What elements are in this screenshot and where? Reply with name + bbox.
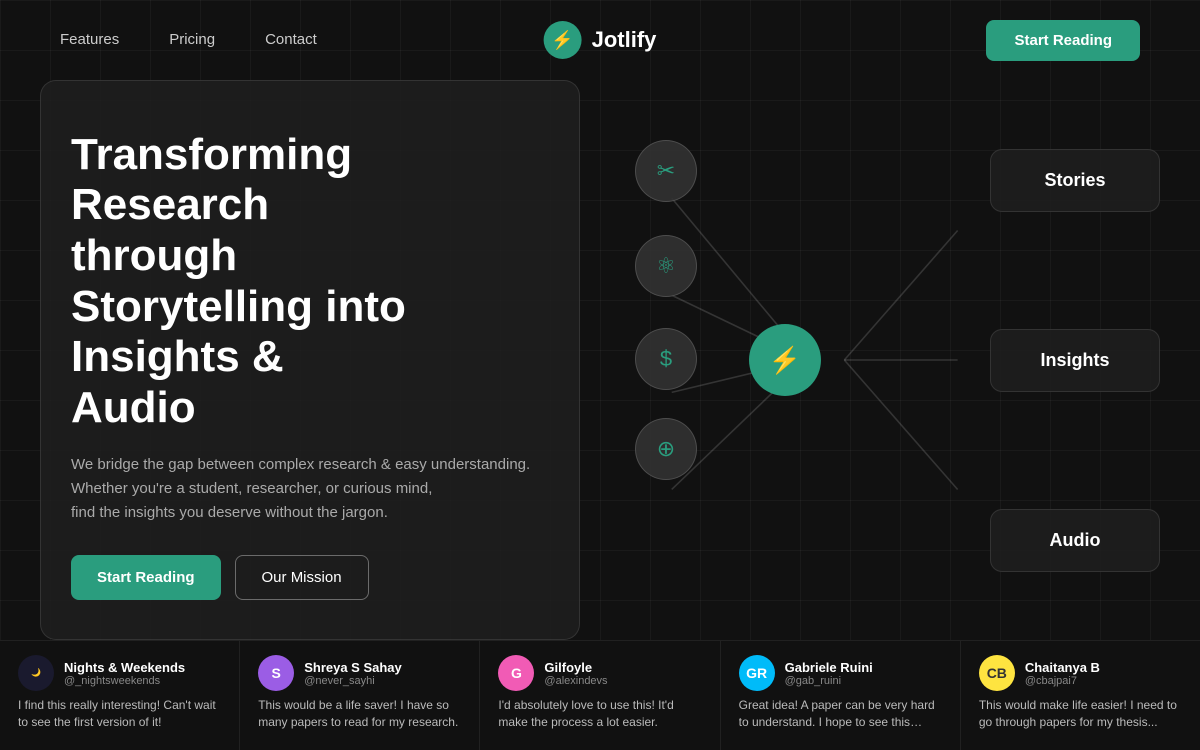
testimonial-text-2: This would be a life saver! I have so ma…: [258, 697, 461, 731]
avatar-2: S: [258, 655, 294, 691]
logo: ⚡ Jotlify: [544, 21, 657, 59]
start-reading-hero-button[interactable]: Start Reading: [71, 555, 221, 600]
center-node: ⚡: [749, 324, 821, 396]
feature-card-stories: Stories: [990, 149, 1160, 212]
testimonial-header-3: G Gilfoyle @alexindevs: [498, 655, 701, 691]
testimonial-handle-5: @cbajpai7: [1025, 675, 1100, 687]
avatar-3: G: [498, 655, 534, 691]
start-reading-nav-button[interactable]: Start Reading: [986, 20, 1140, 61]
feature-card-insights: Insights: [990, 329, 1160, 392]
testimonial-text-3: I'd absolutely love to use this! It'd ma…: [498, 697, 701, 731]
nav-pricing[interactable]: Pricing: [169, 31, 215, 48]
diagram-area: ✂ ⚛ $ ⊕ ⚡: [580, 80, 990, 640]
testimonial-text-4: Great idea! A paper can be very hard to …: [739, 697, 942, 731]
nav-links: Features Pricing Contact: [60, 31, 317, 49]
testimonial-1: 🌙 Nights & Weekends @_nightsweekends I f…: [0, 641, 240, 750]
testimonial-text-5: This would make life easier! I need to g…: [979, 697, 1182, 731]
testimonials-row: 🌙 Nights & Weekends @_nightsweekends I f…: [0, 640, 1200, 750]
testimonial-header-2: S Shreya S Sahay @never_sayhi: [258, 655, 461, 691]
node-scissors: ✂: [635, 140, 697, 202]
testimonial-4: GR Gabriele Ruini @gab_ruini Great idea!…: [721, 641, 961, 750]
feature-card-audio: Audio: [990, 509, 1160, 572]
testimonial-header-1: 🌙 Nights & Weekends @_nightsweekends: [18, 655, 221, 691]
our-mission-button[interactable]: Our Mission: [235, 555, 369, 600]
testimonial-name-1: Nights & Weekends: [64, 660, 185, 675]
hero-description: We bridge the gap between complex resear…: [71, 453, 559, 525]
testimonial-handle-1: @_nightsweekends: [64, 675, 185, 687]
testimonial-handle-2: @never_sayhi: [304, 675, 402, 687]
testimonial-header-4: GR Gabriele Ruini @gab_ruini: [739, 655, 942, 691]
hero-buttons: Start Reading Our Mission: [71, 555, 559, 600]
testimonial-name-3: Gilfoyle: [544, 660, 607, 675]
navbar: Features Pricing Contact ⚡ Jotlify Start…: [0, 0, 1200, 80]
testimonial-handle-4: @gab_ruini: [785, 675, 873, 687]
avatar-1: 🌙: [18, 655, 54, 691]
testimonial-2: S Shreya S Sahay @never_sayhi This would…: [240, 641, 480, 750]
node-plus: ⊕: [635, 418, 697, 480]
hero-section: Transforming Research through Storytelli…: [40, 80, 580, 640]
nav-contact[interactable]: Contact: [265, 31, 317, 48]
testimonial-header-5: CB Chaitanya B @cbajpai7: [979, 655, 1182, 691]
logo-text: Jotlify: [592, 27, 657, 53]
avatar-5: CB: [979, 655, 1015, 691]
testimonial-name-4: Gabriele Ruini: [785, 660, 873, 675]
logo-icon: ⚡: [544, 21, 582, 59]
node-dollar: $: [635, 328, 697, 390]
feature-cards: Stories Insights Audio: [990, 80, 1160, 640]
testimonial-3: G Gilfoyle @alexindevs I'd absolutely lo…: [480, 641, 720, 750]
testimonial-name-2: Shreya S Sahay: [304, 660, 402, 675]
testimonial-handle-3: @alexindevs: [544, 675, 607, 687]
testimonial-name-5: Chaitanya B: [1025, 660, 1100, 675]
avatar-4: GR: [739, 655, 775, 691]
testimonial-5: CB Chaitanya B @cbajpai7 This would make…: [961, 641, 1200, 750]
nav-features[interactable]: Features: [60, 31, 119, 48]
hero-title: Transforming Research through Storytelli…: [71, 130, 559, 434]
testimonial-text-1: I find this really interesting! Can't wa…: [18, 697, 221, 731]
node-atom: ⚛: [635, 235, 697, 297]
main-content: Transforming Research through Storytelli…: [0, 80, 1200, 640]
